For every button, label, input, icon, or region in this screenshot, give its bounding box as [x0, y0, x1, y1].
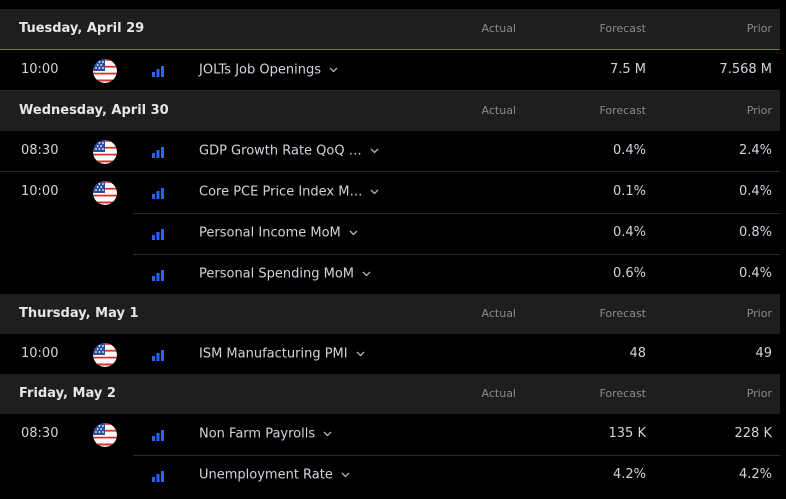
column-forecast-header: Forecast: [599, 104, 646, 117]
importance-bars-icon: [152, 131, 164, 171]
chevron-down-icon[interactable]: [341, 455, 350, 495]
event-title[interactable]: GDP Growth Rate QoQ …: [199, 131, 379, 172]
event-time: 10:00: [21, 184, 59, 199]
event-title-text: Non Farm Payrolls: [199, 426, 316, 442]
day-title: Wednesday, April 30: [19, 103, 169, 118]
event-forecast: 7.5 M: [609, 62, 646, 77]
importance-bars-icon: [152, 254, 164, 294]
day-header: Thursday, May 1 Actual Forecast Prior: [0, 294, 780, 334]
importance-bars-icon: [152, 455, 164, 495]
event-forecast: 0.4%: [612, 143, 646, 158]
event-title[interactable]: JOLTs Job Openings: [199, 50, 338, 91]
event-title[interactable]: Personal Spending MoM: [199, 254, 371, 295]
event-title[interactable]: Personal Income MoM: [199, 213, 358, 254]
importance-bars-icon: [152, 414, 164, 454]
event-row[interactable]: Personal Income MoM 0.4% 0.8%: [0, 213, 780, 255]
column-actual-header: Actual: [481, 387, 516, 400]
importance-bars-icon: [152, 50, 164, 90]
day-header: Friday, May 2 Actual Forecast Prior: [0, 374, 780, 414]
event-title-text: GDP Growth Rate QoQ …: [199, 143, 362, 159]
column-prior-header: Prior: [746, 307, 772, 320]
column-prior-header: Prior: [746, 104, 772, 117]
us-flag-icon: [93, 423, 117, 447]
event-title-text: Core PCE Price Index M…: [199, 184, 363, 200]
column-prior-header: Prior: [746, 387, 772, 400]
event-forecast: 0.1%: [612, 184, 646, 199]
us-flag-icon: [93, 140, 117, 164]
importance-bars-icon: [152, 172, 164, 212]
event-prior: 2.4%: [738, 143, 772, 158]
event-prior: 0.4%: [738, 266, 772, 281]
event-time: 10:00: [21, 62, 59, 77]
column-prior-header: Prior: [746, 22, 772, 35]
column-actual-header: Actual: [481, 22, 516, 35]
event-row[interactable]: 10:00 JOLTs Job Openings 7.5 M 7.568 M: [0, 50, 780, 91]
event-row[interactable]: Unemployment Rate 4.2% 4.2%: [0, 455, 780, 495]
column-actual-header: Actual: [481, 104, 516, 117]
event-forecast: 48: [629, 346, 646, 361]
event-row[interactable]: 08:30 GDP Growth Rate QoQ … 0.4% 2.4%: [0, 131, 780, 172]
chevron-down-icon[interactable]: [362, 254, 371, 294]
economic-calendar: Tuesday, April 29 Actual Forecast Prior …: [0, 9, 780, 495]
column-forecast-header: Forecast: [599, 307, 646, 320]
event-title-text: Personal Spending MoM: [199, 266, 355, 282]
importance-bars-icon: [152, 213, 164, 253]
us-flag-icon: [93, 181, 117, 205]
chevron-down-icon[interactable]: [329, 50, 338, 90]
event-prior: 4.2%: [738, 467, 772, 482]
event-prior: 49: [755, 346, 772, 361]
day-title: Thursday, May 1: [19, 306, 139, 321]
column-forecast-header: Forecast: [599, 22, 646, 35]
event-time: 08:30: [21, 143, 59, 158]
importance-bars-icon: [152, 334, 164, 374]
chevron-down-icon[interactable]: [323, 414, 332, 454]
event-title-text: ISM Manufacturing PMI: [199, 346, 348, 362]
event-forecast: 135 K: [608, 426, 646, 441]
column-forecast-header: Forecast: [599, 387, 646, 400]
column-actual-header: Actual: [481, 307, 516, 320]
chevron-down-icon[interactable]: [349, 213, 358, 253]
event-row[interactable]: 10:00 ISM Manufacturing PMI 48 49: [0, 334, 780, 374]
event-row[interactable]: Personal Spending MoM 0.6% 0.4%: [0, 254, 780, 294]
us-flag-icon: [93, 59, 117, 83]
event-title-text: JOLTs Job Openings: [199, 62, 321, 78]
event-title[interactable]: Core PCE Price Index M…: [199, 172, 379, 213]
event-forecast: 4.2%: [612, 467, 646, 482]
day-header: Tuesday, April 29 Actual Forecast Prior: [0, 9, 780, 50]
event-time: 10:00: [21, 346, 59, 361]
chevron-down-icon[interactable]: [370, 131, 379, 171]
day-title: Tuesday, April 29: [19, 21, 145, 36]
event-title[interactable]: ISM Manufacturing PMI: [199, 334, 365, 375]
us-flag-icon: [93, 343, 117, 367]
chevron-down-icon[interactable]: [370, 172, 379, 212]
chevron-down-icon[interactable]: [356, 334, 365, 374]
event-title-text: Unemployment Rate: [199, 467, 333, 483]
event-forecast: 0.6%: [612, 266, 646, 281]
event-title-text: Personal Income MoM: [199, 225, 341, 241]
event-forecast: 0.4%: [612, 225, 646, 240]
event-row[interactable]: 08:30 Non Farm Payrolls 135 K 228 K: [0, 414, 780, 456]
day-header: Wednesday, April 30 Actual Forecast Prio…: [0, 91, 780, 131]
event-row[interactable]: 10:00 Core PCE Price Index M… 0.1% 0.4%: [0, 172, 780, 214]
event-title[interactable]: Unemployment Rate: [199, 455, 350, 496]
event-prior: 228 K: [734, 426, 772, 441]
event-time: 08:30: [21, 426, 59, 441]
event-prior: 0.4%: [738, 184, 772, 199]
day-title: Friday, May 2: [19, 386, 116, 401]
event-title[interactable]: Non Farm Payrolls: [199, 414, 332, 455]
event-prior: 7.568 M: [719, 62, 772, 77]
event-prior: 0.8%: [738, 225, 772, 240]
